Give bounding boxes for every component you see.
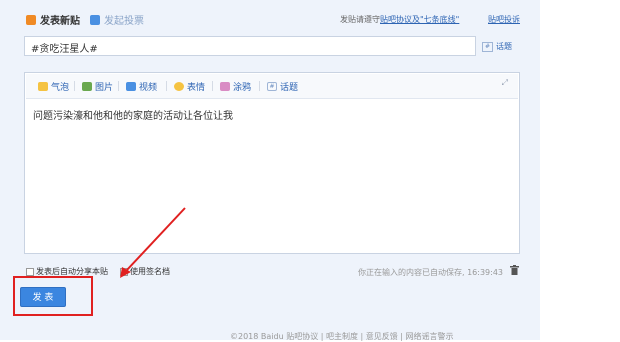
annotation-arrow xyxy=(120,207,186,278)
annotation-arrow-line xyxy=(125,207,186,272)
